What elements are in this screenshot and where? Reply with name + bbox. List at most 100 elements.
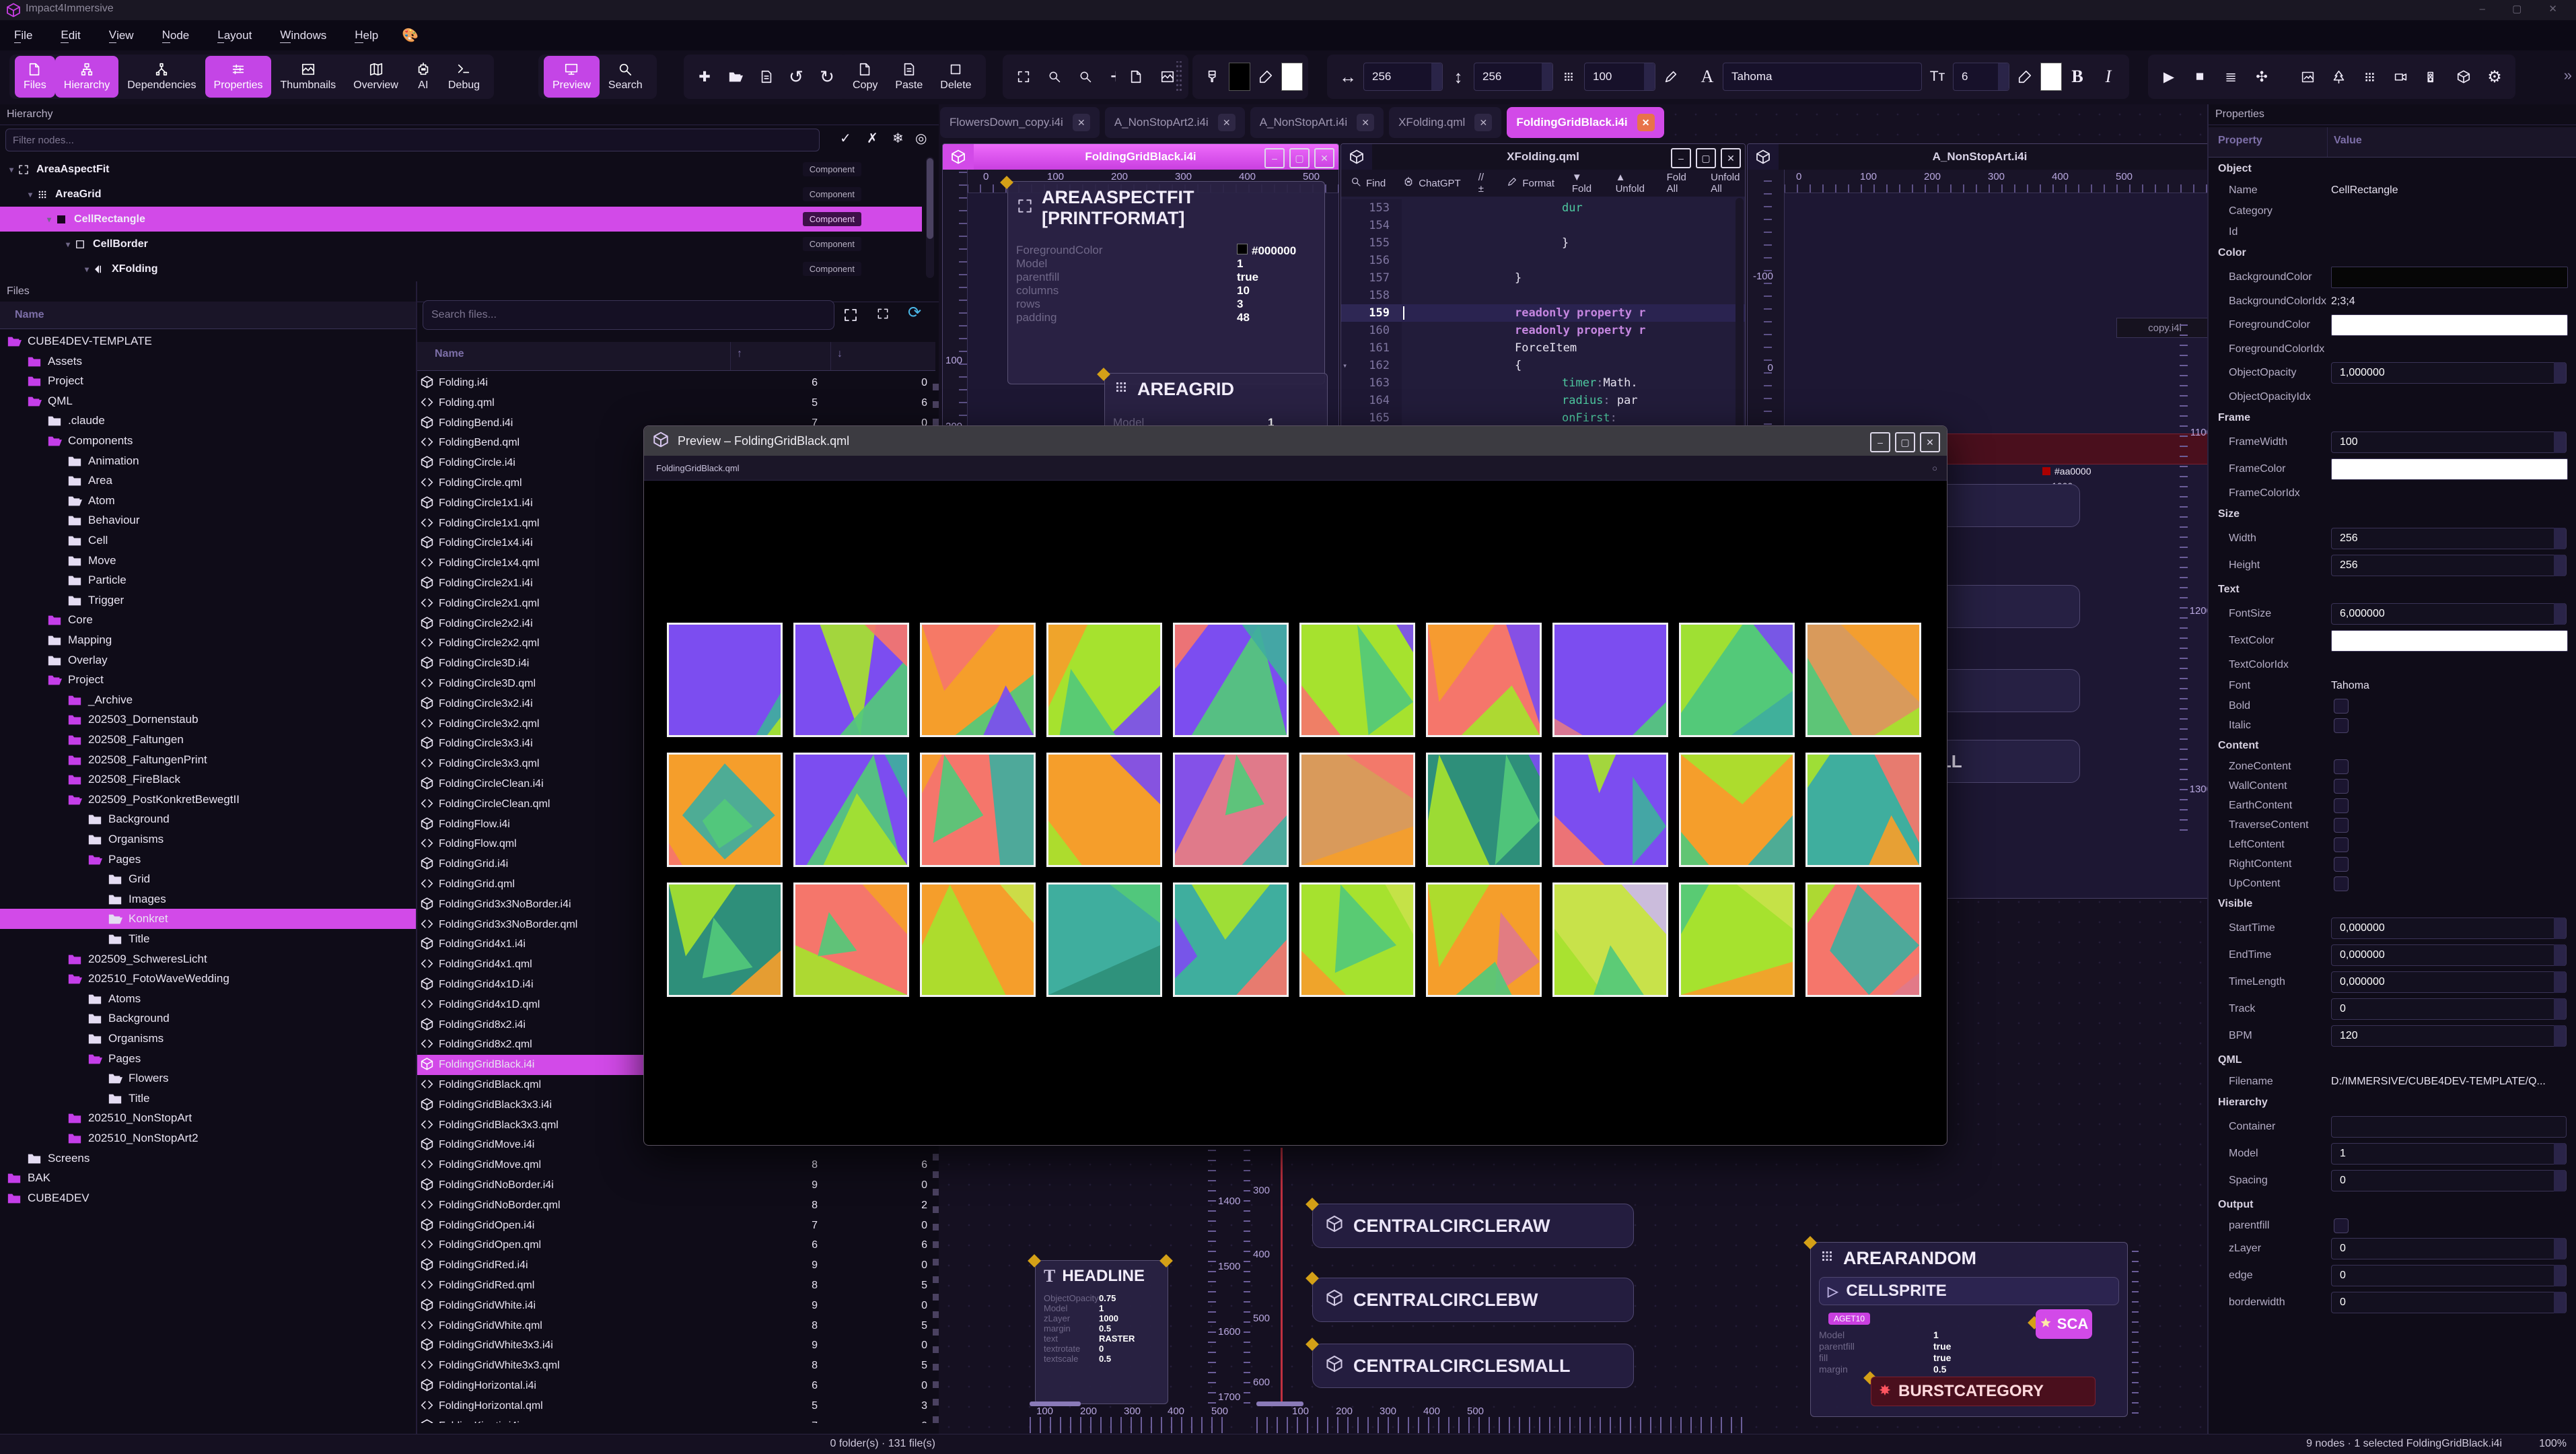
font-name-input[interactable]: Tahoma	[1723, 63, 1922, 91]
tree-item-cell[interactable]: Cell	[0, 530, 416, 551]
col-sort-up[interactable]: ↑	[737, 348, 742, 360]
prop-input[interactable]: 120	[2331, 1025, 2567, 1047]
toolbar-grip[interactable]	[1176, 61, 1182, 91]
play-icon[interactable]: ▶	[2153, 60, 2184, 94]
art-thumbnail[interactable]	[667, 882, 783, 997]
menu-edit[interactable]: Edit	[46, 20, 94, 50]
prop-input[interactable]: 0	[2331, 998, 2567, 1020]
code-line[interactable]: 165onFirst:	[1341, 409, 1745, 427]
toolbar-toggle-hierarchy[interactable]: Hierarchy	[55, 56, 118, 98]
tab-close-icon[interactable]: ✕	[1637, 114, 1655, 131]
tree-item-202508_faltungenprint[interactable]: 202508_FaltungenPrint	[0, 750, 416, 770]
height-arrow-icon[interactable]: ↕	[1443, 60, 1474, 94]
prop-spinner[interactable]	[2554, 944, 2566, 966]
code-tool-chatgpt[interactable]: ChatGPT	[1403, 176, 1461, 190]
hierarchy-node-xfolding[interactable]: ▾XFoldingComponent	[0, 256, 922, 281]
prop-spinner[interactable]	[2554, 1143, 2566, 1165]
prop-spinner[interactable]	[2554, 918, 2566, 939]
prop-checkbox[interactable]	[2334, 759, 2349, 774]
tree-item-202510_nonstopart2[interactable]: 202510_NonStopArt2	[0, 1128, 416, 1148]
hierarchy-scrollbar[interactable]	[926, 157, 934, 278]
text-color-swatch[interactable]	[2040, 63, 2062, 91]
prop-input[interactable]: 0,000000	[2331, 944, 2567, 966]
maximize-button[interactable]: ▢	[1696, 148, 1716, 168]
col-property[interactable]: Property	[2218, 135, 2262, 147]
nib-icon[interactable]	[2009, 60, 2040, 94]
prop-checkbox[interactable]	[2334, 837, 2349, 852]
tab-foldinggridblack-i4i[interactable]: FoldingGridBlack.i4i✕	[1507, 107, 1663, 138]
caret-icon[interactable]: ▾	[66, 240, 70, 249]
menu-view[interactable]: View	[95, 20, 148, 50]
art-thumbnail[interactable]	[793, 623, 909, 737]
height-spinner[interactable]	[1542, 63, 1552, 90]
brush-icon[interactable]	[1198, 60, 1229, 94]
tree-item-organisms[interactable]: Organisms	[0, 1029, 416, 1049]
hierarchy-node-areagrid[interactable]: ▾AreaGridComponent	[0, 182, 922, 207]
prop-checkbox[interactable]	[2334, 818, 2349, 833]
file-row[interactable]: FoldingGridOpen.qml66	[417, 1235, 933, 1255]
file-row[interactable]: FoldingHorizontal.qml53	[417, 1396, 933, 1416]
preview-tab-dot[interactable]: ○	[1932, 463, 1937, 473]
prop-spinner[interactable]	[2554, 603, 2566, 625]
tree-item-202510_nonstopart[interactable]: 202510_NonStopArt	[0, 1108, 416, 1128]
prop-spinner[interactable]	[2554, 998, 2566, 1020]
font-size-spinner[interactable]	[1998, 63, 2009, 90]
window-titlebar[interactable]: FoldingGridBlack.i4i–▢✕	[943, 144, 1338, 170]
art-thumbnail[interactable]	[1173, 882, 1289, 997]
prop-input[interactable]: 0	[2331, 1238, 2567, 1259]
prop-checkbox[interactable]	[2334, 876, 2349, 891]
menu-windows[interactable]: Windows	[266, 20, 341, 50]
prop-input[interactable]: 0,000000	[2331, 971, 2567, 993]
fold-arrow-icon[interactable]: ▾	[1343, 357, 1347, 374]
tab-close-icon[interactable]: ✕	[1073, 114, 1090, 131]
bold-button[interactable]: B	[2062, 60, 2093, 94]
menu-help[interactable]: Help	[341, 20, 392, 50]
tree-item-atom[interactable]: Atom	[0, 491, 416, 511]
caret-icon[interactable]: ▾	[47, 215, 51, 224]
code-line[interactable]: 159readonly property r	[1341, 304, 1745, 322]
file-row[interactable]: FoldingGridRed.qml85	[417, 1276, 933, 1296]
prop-input[interactable]: 0	[2331, 1265, 2567, 1286]
node-cellsprite[interactable]: ▷CELLSPRITE	[1819, 1277, 2119, 1305]
node-sca[interactable]: SCA	[2036, 1309, 2092, 1339]
tree-item-atoms[interactable]: Atoms	[0, 989, 416, 1009]
file-row[interactable]: FoldingGridWhite3x3.i4i90	[417, 1336, 933, 1356]
prop-checkbox[interactable]	[2334, 699, 2349, 714]
camera-icon[interactable]	[2385, 60, 2416, 94]
prop-checkbox[interactable]	[2334, 857, 2349, 872]
node-burstcategory[interactable]: BURSTCATEGORY	[1871, 1377, 2096, 1406]
file-row[interactable]: Folding.qml56	[417, 393, 933, 413]
height-input[interactable]: 256	[1474, 63, 1553, 91]
stop-icon[interactable]: ■	[2184, 60, 2215, 94]
code-tool-fold[interactable]: ▼ Fold	[1572, 172, 1598, 195]
art-thumbnail[interactable]	[1679, 882, 1795, 997]
tree-item-pages[interactable]: Pages	[0, 850, 416, 870]
tree-item-images[interactable]: Images	[0, 889, 416, 909]
tree-item-components[interactable]: Components	[0, 431, 416, 451]
toolbar-toggle-ai[interactable]: AI	[407, 56, 439, 98]
prop-checkbox[interactable]	[2334, 718, 2349, 733]
tree-item-screens[interactable]: Screens	[0, 1148, 416, 1169]
node-centralcirclesmall[interactable]: CENTRALCIRCLESMALL	[1312, 1344, 1634, 1388]
code-line[interactable]: 162{▾	[1341, 357, 1745, 374]
preview-titlebar[interactable]: Preview – FoldingGridBlack.qml – ▢ ✕	[644, 426, 1947, 456]
art-thumbnail[interactable]	[1805, 623, 1921, 737]
tree-header-name[interactable]: Name	[15, 309, 44, 321]
tree-item-behaviour[interactable]: Behaviour	[0, 510, 416, 530]
file-row[interactable]: FoldingHorizontal.i4i60	[417, 1376, 933, 1396]
art-thumbnail[interactable]	[1173, 753, 1289, 867]
minimize-button[interactable]: –	[1264, 148, 1285, 168]
window-titlebar[interactable]: A_NonStopArt.i4i	[1748, 144, 2207, 170]
code-line[interactable]: 164radius: par	[1341, 392, 1745, 409]
color-swatch[interactable]	[2331, 314, 2568, 336]
palette-icon[interactable]: 🎨	[402, 27, 419, 44]
art-thumbnail[interactable]	[793, 882, 909, 997]
prop-input[interactable]: 6,000000	[2331, 603, 2567, 625]
art-thumbnail[interactable]	[1805, 753, 1921, 867]
art-thumbnail[interactable]	[920, 753, 1036, 867]
stroke-color-swatch[interactable]	[1281, 63, 1303, 91]
paste-button[interactable]: Paste	[886, 56, 931, 98]
toolbar-toggle-preview[interactable]: Preview	[544, 56, 600, 98]
prop-spinner[interactable]	[2554, 431, 2566, 453]
maximize-button[interactable]: ▢	[1289, 148, 1310, 168]
